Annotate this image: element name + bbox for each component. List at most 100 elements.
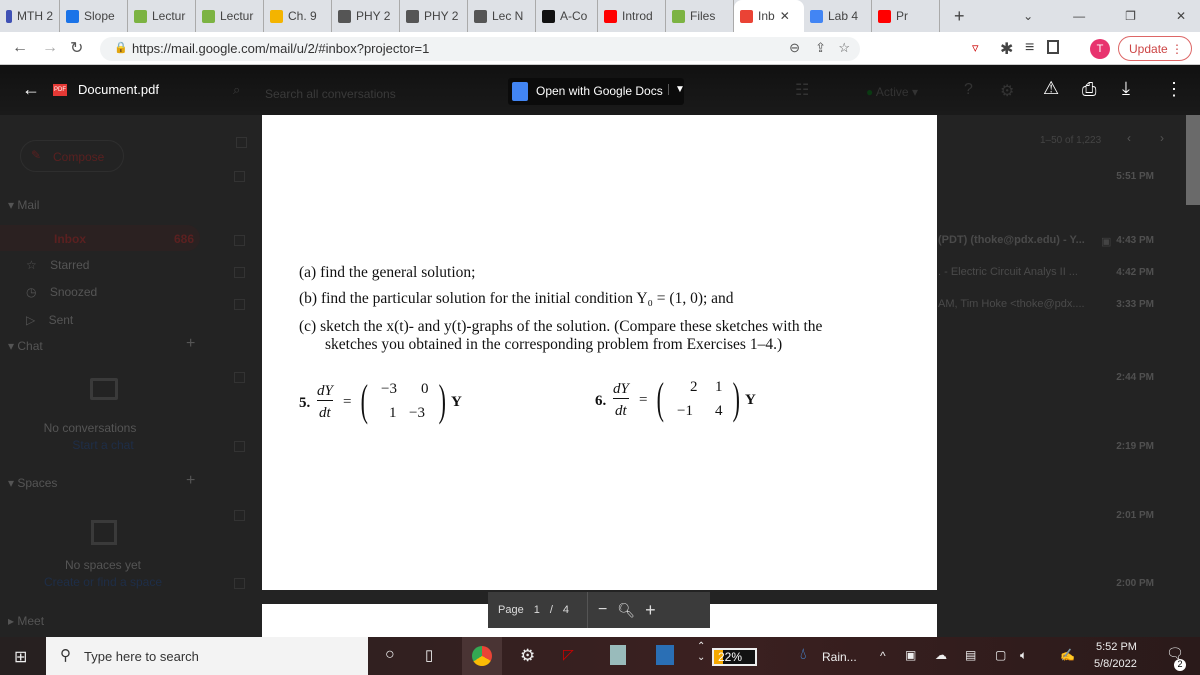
browser-tab[interactable]: Files: [666, 0, 734, 32]
print-icon[interactable]: ⎙: [1082, 79, 1096, 100]
notepad-taskbar-icon[interactable]: [610, 645, 626, 665]
add-space-plus-icon[interactable]: +: [186, 472, 195, 490]
close-tab-icon[interactable]: ✕: [780, 9, 790, 23]
mail-label: Mail: [17, 198, 40, 212]
meet-now-icon[interactable]: ▣: [905, 648, 916, 662]
extensions-puzzle-icon[interactable]: ✱: [1000, 39, 1013, 59]
exercise-number: 5.: [299, 395, 311, 411]
taskbar-search-input[interactable]: ⚲ Type here to search: [46, 637, 368, 675]
show-hidden-icons[interactable]: ^: [880, 649, 886, 663]
open-with-google-docs-button[interactable]: Open with Google Docs ▼: [508, 78, 685, 105]
row-checkbox[interactable]: [234, 372, 245, 383]
row-checkbox[interactable]: [234, 510, 245, 521]
zoom-icon[interactable]: ⊖: [789, 40, 800, 56]
side-panel-icon[interactable]: [1047, 40, 1059, 54]
add-chat-plus-icon[interactable]: +: [186, 335, 195, 353]
photos-taskbar-icon[interactable]: [656, 645, 674, 665]
row-checkbox[interactable]: [234, 235, 245, 246]
bookmark-star-icon[interactable]: ☆: [838, 40, 850, 56]
start-chat-link[interactable]: Start a chat: [0, 438, 206, 452]
row-checkbox[interactable]: [234, 441, 245, 452]
clock-date[interactable]: 5/8/2022: [1094, 658, 1137, 670]
sidebar-item-starred[interactable]: ☆ Starred: [26, 258, 89, 272]
browser-tab[interactable]: Slope: [60, 0, 128, 32]
page-current[interactable]: 1: [534, 604, 540, 616]
row-checkbox[interactable]: [234, 267, 245, 278]
volume-icon[interactable]: 🔈︎: [1020, 648, 1027, 663]
minimize-icon[interactable]: —: [1073, 9, 1085, 23]
settings-gear-icon[interactable]: ⚙: [1000, 81, 1014, 101]
compose-button[interactable]: ✎ Compose: [20, 140, 124, 172]
share-icon[interactable]: ⇪: [815, 40, 826, 56]
tablet-icon[interactable]: ▢: [995, 648, 1006, 662]
update-button[interactable]: Update ⋮: [1118, 36, 1192, 61]
weather-text[interactable]: Rain...: [822, 650, 857, 664]
battery-widget[interactable]: 22%: [712, 648, 757, 666]
zoom-out-icon[interactable]: −: [598, 601, 607, 619]
browser-tab[interactable]: A-Co: [536, 0, 598, 32]
url-input[interactable]: 🔒 https://mail.google.com/mail/u/2/#inbox…: [100, 37, 860, 61]
close-window-icon[interactable]: ✕: [1176, 9, 1186, 23]
create-space-link[interactable]: Create or find a space: [0, 575, 206, 589]
extension-shield-icon[interactable]: ▿: [972, 40, 979, 56]
back-arrow-icon[interactable]: ←: [22, 79, 40, 100]
row-checkbox[interactable]: [234, 578, 245, 589]
browser-tab[interactable]: Lab 4: [804, 0, 872, 32]
browser-tab[interactable]: Lectur: [128, 0, 196, 32]
browser-tab[interactable]: Ch. 9: [264, 0, 332, 32]
search-icon[interactable]: ⌕: [233, 82, 240, 98]
row-checkbox[interactable]: [234, 171, 245, 182]
meet-label: Meet: [17, 614, 45, 628]
new-tab-plus-icon[interactable]: +: [954, 6, 965, 27]
sidebar-item-sent[interactable]: ▷ Sent: [26, 313, 73, 327]
pen-icon[interactable]: ✍: [1060, 648, 1075, 662]
scrollbar[interactable]: [1186, 115, 1200, 205]
more-options-icon[interactable]: ⋮: [1165, 79, 1183, 100]
browser-tab[interactable]: PHY 2: [332, 0, 400, 32]
reload-icon[interactable]: ↻: [70, 38, 83, 58]
onedrive-cloud-icon[interactable]: ☁: [935, 648, 947, 662]
dropdown-caret-icon[interactable]: ▼: [668, 84, 685, 95]
browser-tab[interactable]: MTH 2: [0, 0, 60, 32]
cortana-circle-icon[interactable]: ○: [385, 646, 395, 664]
forward-icon[interactable]: →: [42, 39, 58, 57]
search-input[interactable]: Search all conversations: [265, 87, 396, 101]
media-queue-icon[interactable]: ≡: [1025, 39, 1034, 57]
download-icon[interactable]: ⤓: [1122, 78, 1130, 99]
mail-section-header[interactable]: ▾ Mail: [8, 198, 39, 212]
spaces-section-header[interactable]: ▾ Spaces: [8, 476, 57, 490]
browser-tab[interactable]: Introd: [598, 0, 666, 32]
overflow-arrows-icon[interactable]: ⌃ ⌄: [697, 641, 705, 663]
tray-app-icon[interactable]: ▤: [965, 648, 976, 662]
settings-taskbar-icon[interactable]: ⚙: [520, 646, 535, 666]
back-icon[interactable]: ←: [12, 39, 28, 57]
browser-tab[interactable]: Lec N: [468, 0, 536, 32]
sidebar-item-inbox[interactable]: Inbox 686: [0, 225, 200, 251]
restore-icon[interactable]: ❐: [1125, 9, 1136, 23]
chat-section-header[interactable]: ▾ Chat: [8, 339, 43, 353]
zoom-magnifier-icon[interactable]: 🔍︎: [617, 602, 635, 619]
zoom-in-icon[interactable]: +: [645, 600, 656, 621]
add-to-drive-icon[interactable]: ⚠: [1043, 78, 1059, 99]
tab-search-icon[interactable]: ⌄: [1023, 9, 1033, 23]
browser-tab[interactable]: Pr: [872, 0, 940, 32]
prev-page-icon[interactable]: ‹: [1127, 131, 1131, 145]
browser-tab[interactable]: Lectur: [196, 0, 264, 32]
filter-sliders-icon[interactable]: ☷: [795, 80, 809, 100]
app-taskbar-icon[interactable]: ◸: [563, 646, 574, 663]
sidebar-item-snoozed[interactable]: ◷ Snoozed: [26, 285, 97, 299]
help-icon[interactable]: ?: [964, 81, 973, 99]
profile-avatar[interactable]: T: [1090, 39, 1110, 59]
next-page-icon[interactable]: ›: [1160, 131, 1164, 145]
browser-tab[interactable]: PHY 2: [400, 0, 468, 32]
select-all-checkbox[interactable]: [236, 137, 247, 148]
row-checkbox[interactable]: [234, 299, 245, 310]
clock-time[interactable]: 5:52 PM: [1096, 641, 1137, 653]
status-active-dropdown[interactable]: ● Active ▾: [866, 85, 918, 99]
windows-start-icon[interactable]: ⊞: [14, 647, 27, 667]
task-view-icon[interactable]: ▯: [425, 646, 433, 664]
meet-section-header[interactable]: ▸ Meet: [8, 614, 44, 628]
chrome-taskbar-icon[interactable]: [462, 637, 502, 675]
browser-tab[interactable]: Inb ✕: [734, 0, 804, 32]
email-time: 3:33 PM: [1116, 299, 1154, 310]
